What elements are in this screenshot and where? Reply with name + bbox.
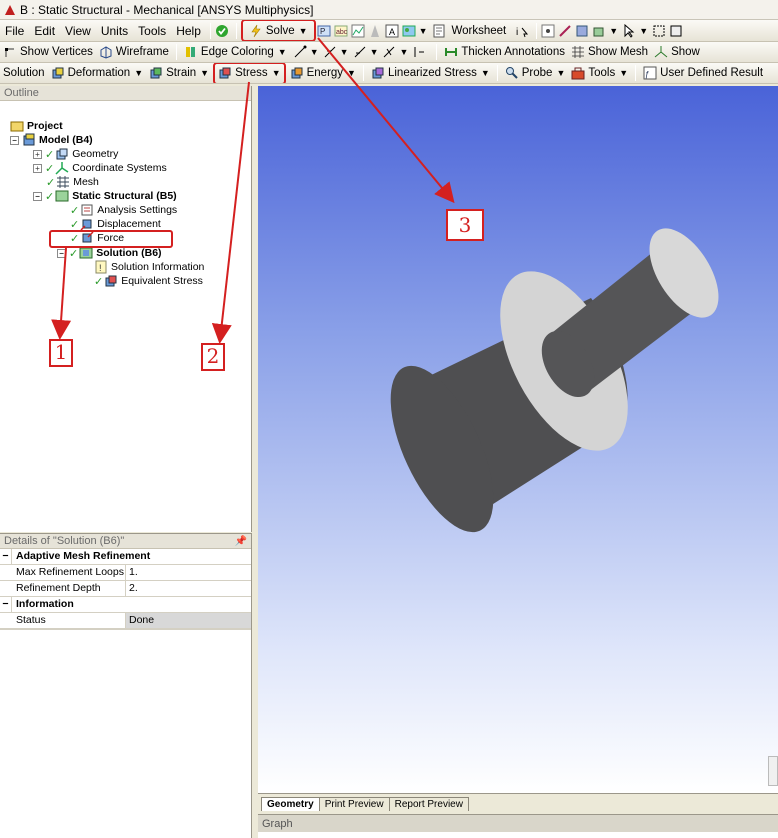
- annotation-arrow-2: [211, 81, 250, 344]
- annotation-overlay: [51, 37, 455, 344]
- annotation-label-1: 1: [49, 339, 73, 367]
- annotation-label-3: 3: [446, 209, 484, 241]
- annotation-arrow-3: [317, 37, 455, 204]
- annotation-label-2: 2: [201, 343, 225, 371]
- annotation-arrow-1: [51, 247, 72, 340]
